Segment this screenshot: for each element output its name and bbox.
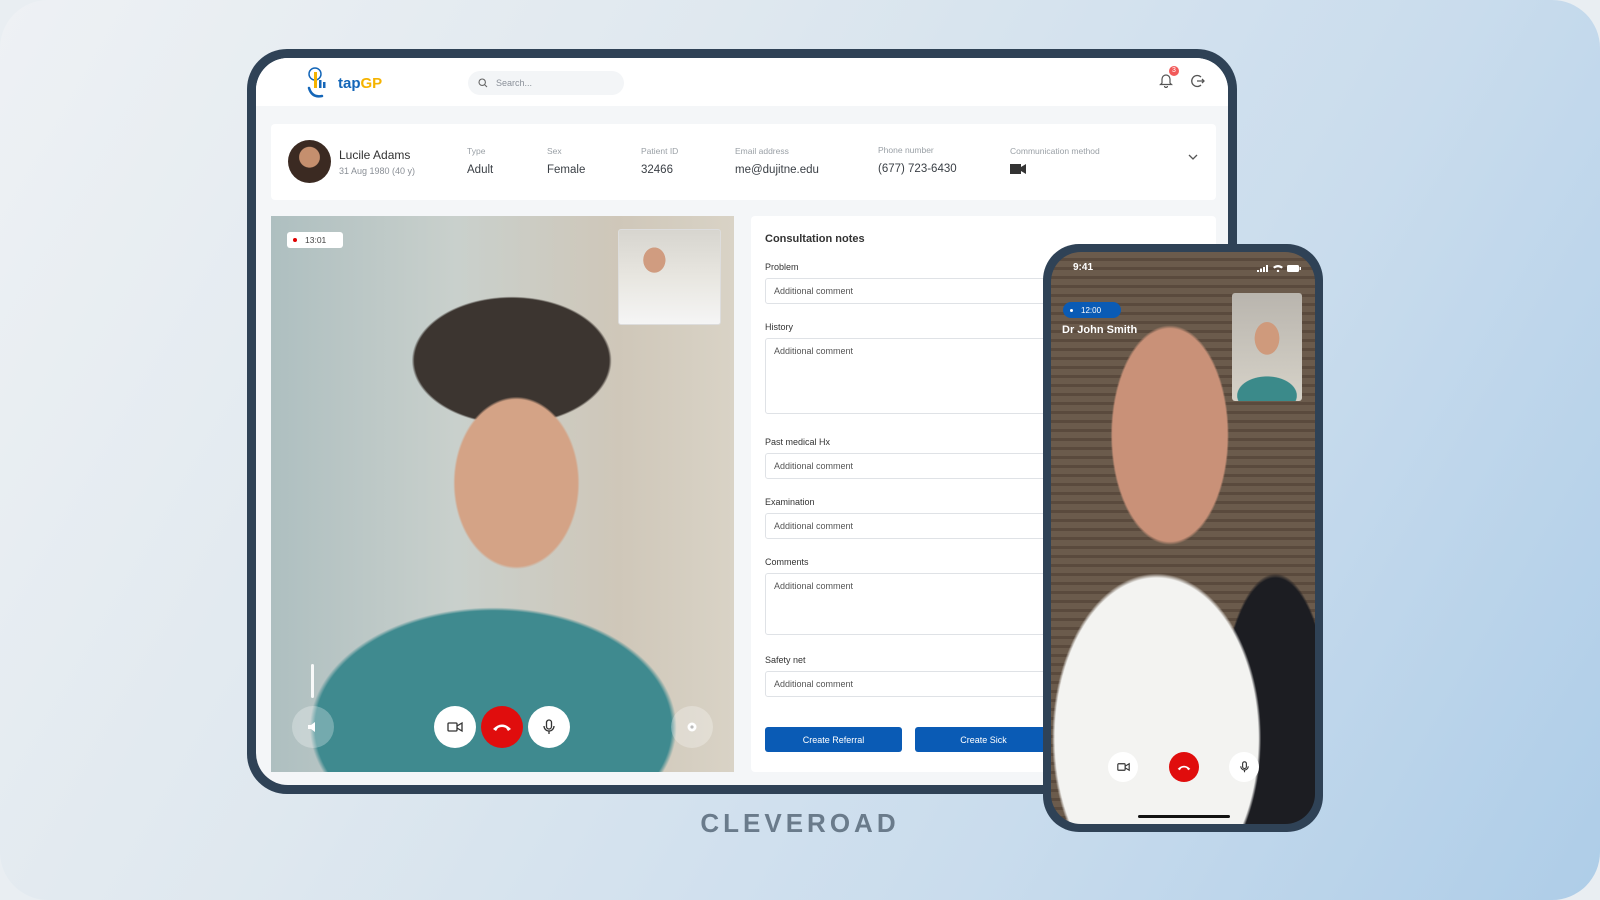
phone-self-view-pip[interactable] — [1232, 293, 1302, 401]
hang-up-icon — [1177, 765, 1191, 770]
patient-avatar — [288, 140, 331, 183]
wifi-icon — [1273, 265, 1283, 272]
volume-slider[interactable] — [311, 664, 314, 698]
search-input[interactable]: Search... — [468, 71, 624, 95]
field-value: 32466 — [641, 164, 673, 176]
call-timer-text: 13:01 — [305, 235, 327, 245]
self-view-pip[interactable] — [618, 229, 721, 325]
phone-toggle-video-button[interactable] — [1108, 752, 1138, 782]
logout-icon[interactable] — [1190, 73, 1206, 89]
patient-field-type: Type Adult — [467, 146, 493, 176]
notification-badge: 3 — [1169, 66, 1179, 76]
field-label: Email address — [735, 146, 789, 156]
phone-call-timer-text: 12:00 — [1081, 305, 1102, 315]
field-label: Type — [467, 146, 486, 156]
video-camera-icon — [1010, 164, 1026, 174]
field-value: (677) 723-6430 — [878, 163, 957, 175]
volume-button[interactable] — [292, 706, 334, 748]
field-value: Adult — [467, 164, 494, 176]
logo-text-gp: GP — [360, 74, 383, 92]
end-call-button[interactable] — [481, 706, 523, 748]
field-value: Female — [547, 164, 586, 176]
hang-up-icon — [493, 724, 511, 731]
phone-call-timer: 12:00 — [1063, 302, 1121, 318]
patient-field-email: Email address me@dujitne.edu — [735, 146, 819, 176]
phone-mute-button[interactable] — [1229, 752, 1259, 782]
settings-button[interactable] — [671, 706, 713, 748]
patient-field-communication: Communication method — [1010, 146, 1100, 177]
video-call-panel: 13:01 — [271, 216, 734, 772]
chevron-down-icon[interactable] — [1188, 154, 1198, 161]
settings-icon — [687, 722, 697, 732]
consultation-notes-title: Consultation notes — [765, 233, 865, 245]
search-icon — [478, 78, 488, 88]
field-label: Patient ID — [641, 146, 679, 156]
field-value — [1010, 164, 1100, 177]
toggle-video-button[interactable] — [434, 706, 476, 748]
recording-dot-icon — [1070, 308, 1073, 312]
logo-text-tap: tap — [338, 74, 361, 92]
phone-device: 9:41 12:00 Dr John Smith — [1043, 244, 1323, 832]
brand-watermark: CLEVEROAD — [700, 808, 900, 838]
logo-text: tapGP — [338, 75, 382, 92]
patient-field-sex: Sex Female — [547, 146, 585, 176]
field-label: Communication method — [1010, 146, 1100, 156]
phone-end-call-button[interactable] — [1169, 752, 1199, 782]
background-canvas: tapGP Search... 3 Lucile Adams 31 Aug 19… — [0, 0, 1600, 900]
phone-screen: 9:41 12:00 Dr John Smith — [1051, 252, 1315, 824]
patient-field-id: Patient ID 32466 — [641, 146, 678, 176]
tap-logo-icon — [307, 67, 326, 98]
call-timer: 13:01 — [287, 232, 343, 248]
battery-icon — [1287, 265, 1301, 272]
app-logo[interactable]: tapGP — [306, 66, 382, 100]
microphone-icon — [1239, 761, 1249, 773]
volume-icon — [308, 722, 315, 732]
video-camera-icon — [1116, 762, 1130, 772]
field-label: Phone number — [878, 145, 934, 155]
signal-icon — [1257, 265, 1268, 272]
notifications-button[interactable]: 3 — [1158, 66, 1179, 90]
patient-name: Lucile Adams — [339, 148, 411, 162]
mute-button[interactable] — [528, 706, 570, 748]
patient-dob: 31 Aug 1980 (40 y) — [339, 166, 416, 176]
top-actions: 3 — [1158, 66, 1206, 90]
recording-dot-icon — [293, 238, 297, 242]
caller-name: Dr John Smith — [1062, 324, 1138, 336]
microphone-icon — [543, 719, 555, 734]
create-referral-button[interactable]: Create Referral — [765, 727, 902, 752]
top-bar: tapGP Search... 3 — [256, 58, 1228, 106]
search-placeholder: Search... — [496, 78, 533, 88]
status-bar-time: 9:41 — [1073, 262, 1094, 273]
field-label: Sex — [547, 146, 562, 156]
create-sick-button[interactable]: Create Sick — [915, 727, 1052, 752]
status-bar-icons — [1257, 264, 1301, 272]
field-value: me@dujitne.edu — [735, 164, 819, 176]
video-camera-icon — [447, 721, 463, 733]
patient-field-phone: Phone number (677) 723-6430 — [878, 145, 957, 175]
patient-info-card: Lucile Adams 31 Aug 1980 (40 y) Type Adu… — [271, 124, 1216, 200]
